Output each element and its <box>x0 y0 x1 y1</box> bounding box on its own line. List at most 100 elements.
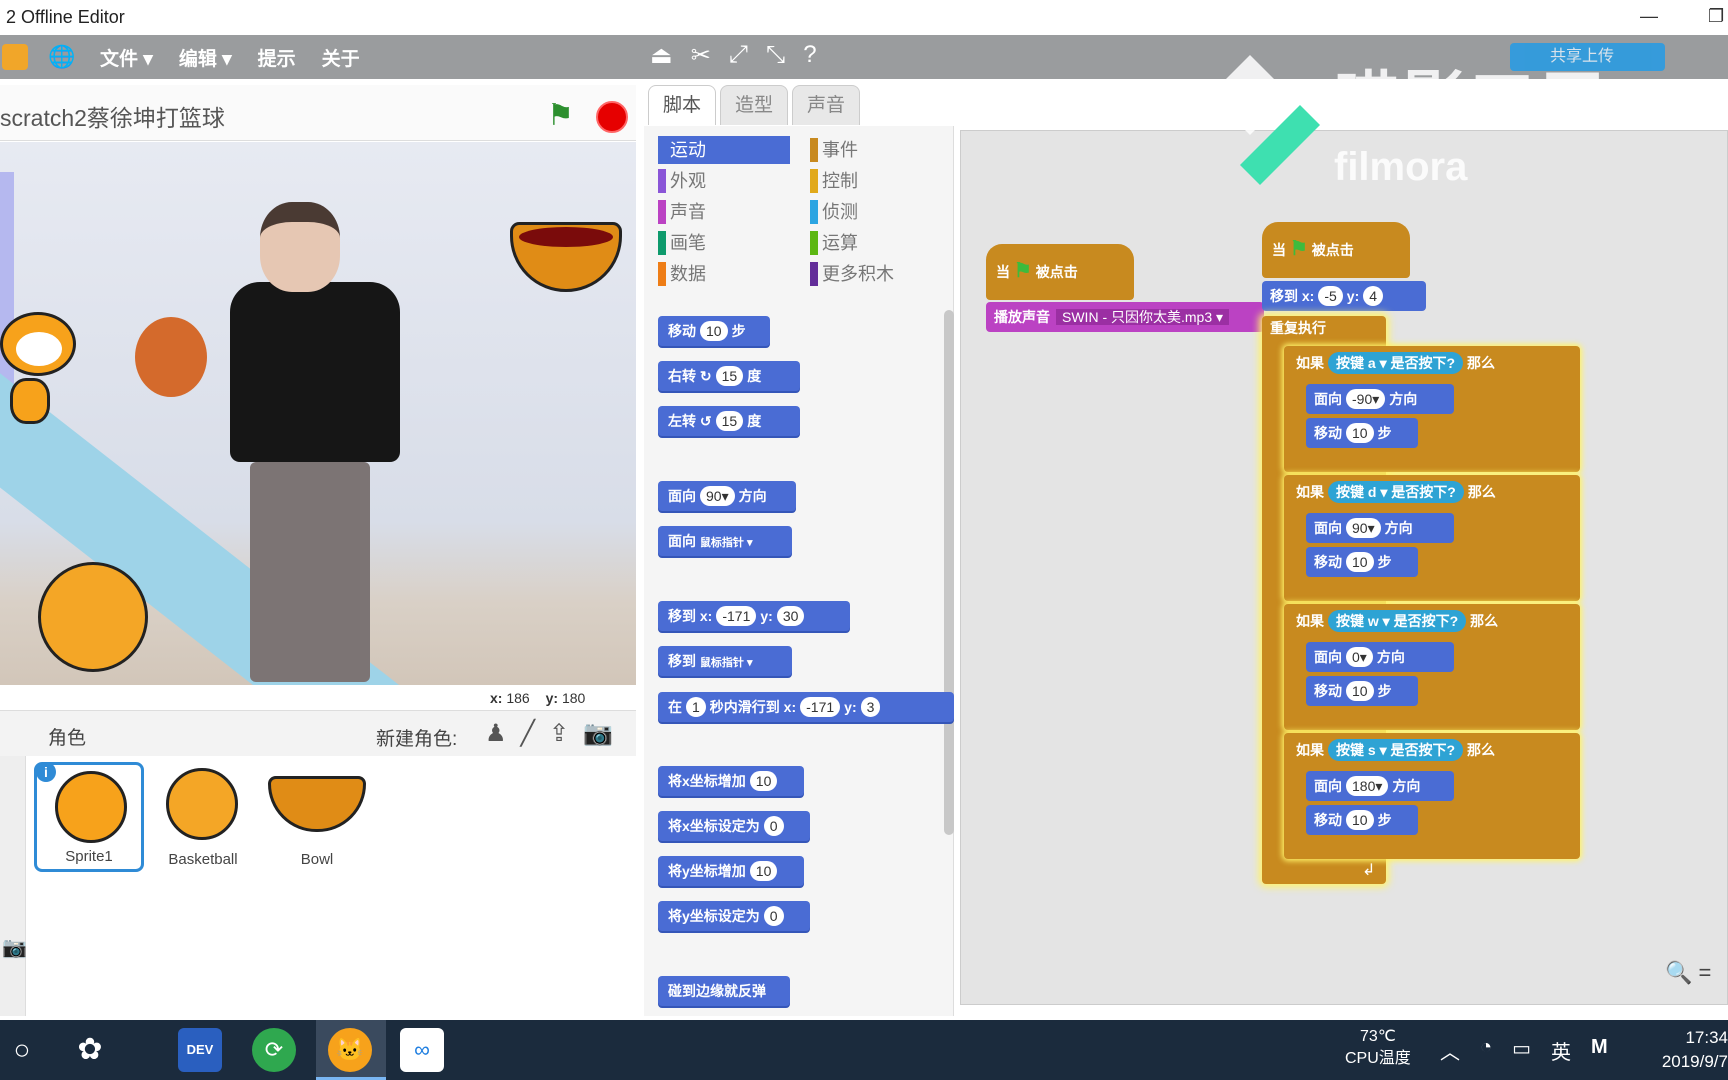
basketball-sprite[interactable] <box>38 562 148 672</box>
scratch-logo-icon <box>2 44 28 70</box>
if-3-move-steps[interactable]: 移动 10 步 <box>1306 676 1418 706</box>
stop-button[interactable] <box>596 101 628 133</box>
sprites-header: 角色 新建角色: ♟ ╱ ⇪ 📷 <box>0 710 636 756</box>
bowl-sprite[interactable] <box>510 222 622 292</box>
project-title: scratch2蔡徐坤打篮球 <box>0 105 225 131</box>
block-change-y[interactable]: 将y坐标增加 10 <box>658 856 804 886</box>
menu-about[interactable]: 关于 <box>322 44 360 71</box>
choose-sprite-icon[interactable]: ♟ <box>485 719 507 748</box>
sprites-label: 角色 <box>48 728 87 749</box>
tool-icons: ⏏ ✂ ⤢ ⤡ ? <box>650 41 817 70</box>
cpu-temp: 73℃ CPU温度 <box>1345 1028 1411 1067</box>
category-9[interactable]: 更多积木 <box>810 260 942 288</box>
search-circle-icon[interactable]: ○ <box>0 1028 44 1072</box>
basketball-thumbnail <box>166 768 238 840</box>
if-1-point-direction[interactable]: 面向 -90▾ 方向 <box>1306 384 1454 414</box>
if-4-point-direction[interactable]: 面向 180▾ 方向 <box>1306 771 1454 801</box>
paint-sprite-icon[interactable]: ╱ <box>521 719 535 748</box>
category-5[interactable]: 事件 <box>810 136 942 164</box>
mouse-coords: x: 186 y: 180 <box>490 690 586 706</box>
category-1[interactable]: 外观 <box>658 167 790 195</box>
block-turn-left[interactable]: 左转 ↺ 15 度 <box>658 406 800 436</box>
if-4-move-steps[interactable]: 移动 10 步 <box>1306 805 1418 835</box>
clock[interactable]: 17:34 2019/9/7 <box>1645 1026 1728 1074</box>
upload-sprite-icon[interactable]: ⇪ <box>549 719 569 748</box>
if-2-move-steps[interactable]: 移动 10 步 <box>1306 547 1418 577</box>
if-header-4[interactable]: 如果 按键 s ▾ 是否按下? 那么 <box>1288 735 1576 765</box>
delete-scissors-icon[interactable]: ✂ <box>691 41 711 70</box>
sprite-card-bowl[interactable]: Bowl <box>262 762 372 872</box>
shrink-icon[interactable]: ⤡ <box>766 41 785 70</box>
category-2[interactable]: 声音 <box>658 198 790 226</box>
block-bounce[interactable]: 碰到边缘就反弹 <box>658 976 790 1006</box>
browser-icon[interactable]: ⟳ <box>252 1028 296 1072</box>
camera-sprite-icon[interactable]: 📷 <box>583 719 613 748</box>
system-tray: ︿ ◔ ▭ 英 M <box>1440 1036 1608 1065</box>
block-set-y[interactable]: 将y坐标设定为 0 <box>658 901 810 931</box>
if-2-point-direction[interactable]: 面向 90▾ 方向 <box>1306 513 1454 543</box>
filmora-app-icon[interactable]: ∞ <box>400 1028 444 1072</box>
sprite1-thumbnail <box>55 771 127 843</box>
menu-tips[interactable]: 提示 <box>258 44 296 71</box>
if-header-3[interactable]: 如果 按键 w ▾ 是否按下? 那么 <box>1288 606 1576 636</box>
tab-scripts[interactable]: 脚本 <box>648 85 716 125</box>
info-icon[interactable]: i <box>36 762 56 782</box>
language-globe-icon[interactable]: 🌐 <box>48 44 75 70</box>
if-3-point-direction[interactable]: 面向 0▾ 方向 <box>1306 642 1454 672</box>
script1-play-sound-block[interactable]: 播放声音 SWIN - 只因你太美.mp3 ▾ <box>986 302 1264 332</box>
restore-button[interactable]: ❐ <box>1708 6 1724 27</box>
category-3[interactable]: 画笔 <box>658 229 790 257</box>
block-goto[interactable]: 移到 鼠标指针 ▾ <box>658 646 792 676</box>
zoom-out-icon[interactable]: 🔍 = <box>1665 960 1711 986</box>
app-swirl-icon[interactable]: ✿ <box>68 1028 112 1072</box>
battery-icon[interactable]: ▭ <box>1512 1036 1531 1065</box>
tray-m-icon[interactable]: M <box>1591 1036 1608 1065</box>
block-point-direction[interactable]: 面向 90▾ 方向 <box>658 481 796 511</box>
minimize-button[interactable]: — <box>1640 6 1658 27</box>
stage-canvas[interactable] <box>0 142 636 685</box>
grow-icon[interactable]: ⤢ <box>729 41 748 70</box>
loop-arrow-icon: ↲ <box>1362 862 1376 879</box>
if-1-move-steps[interactable]: 移动 10 步 <box>1306 418 1418 448</box>
category-6[interactable]: 控制 <box>810 167 942 195</box>
cat-sprite[interactable] <box>0 292 86 428</box>
held-basketball <box>135 317 207 397</box>
block-goto-xy[interactable]: 移到 x: -171 y: 30 <box>658 601 850 631</box>
block-set-x[interactable]: 将x坐标设定为 0 <box>658 811 810 841</box>
taskbar: ○ ✿ DEV ⟳ 🐱 ∞ 73℃ CPU温度 ︿ ◔ ▭ 英 M 17:34 … <box>0 1020 1728 1080</box>
help-icon[interactable]: ? <box>803 41 816 70</box>
category-7[interactable]: 侦测 <box>810 198 942 226</box>
category-0[interactable]: 运动 <box>658 136 790 164</box>
block-point-towards[interactable]: 面向 鼠标指针 ▾ <box>658 526 792 556</box>
sprite-card-basketball[interactable]: Basketball <box>148 762 258 872</box>
tray-chevron-up-icon[interactable]: ︿ <box>1440 1036 1460 1065</box>
title-bar: 2 Offline Editor — ❐ <box>0 0 1728 35</box>
block-glide[interactable]: 在 1 秒内滑行到 x: -171 y: 3 <box>658 692 954 722</box>
tab-costumes[interactable]: 造型 <box>720 85 788 125</box>
palette-scrollbar[interactable] <box>944 310 954 835</box>
script2-goto-xy-block[interactable]: 移到 x: -5 y: 4 <box>1262 281 1426 311</box>
stage-thumbnail-strip[interactable] <box>0 756 26 1016</box>
block-turn-right[interactable]: 右转 ↻ 15 度 <box>658 361 800 391</box>
script1-flag-hat-block[interactable]: 当 ⚑ 被点击 <box>986 244 1134 300</box>
tab-sounds[interactable]: 声音 <box>792 85 860 125</box>
ime-indicator[interactable]: 英 <box>1551 1036 1571 1065</box>
script2-flag-hat-block[interactable]: 当 ⚑ 被点击 <box>1262 222 1410 278</box>
editor-tabs: 脚本 造型 声音 <box>648 85 860 125</box>
bowl-thumbnail <box>268 776 366 832</box>
dev-cpp-icon[interactable]: DEV <box>178 1028 222 1072</box>
green-flag-button[interactable]: ⚑ <box>547 98 574 133</box>
block-move-steps[interactable]: 移动 10 步 <box>658 316 770 346</box>
duplicate-stamp-icon[interactable]: ⏏ <box>650 41 673 70</box>
scratch-cat-icon[interactable]: 🐱 <box>328 1028 372 1072</box>
dancer-backdrop <box>230 202 400 682</box>
menu-edit[interactable]: 编辑 ▾ <box>179 44 232 71</box>
if-header-2[interactable]: 如果 按键 d ▾ 是否按下? 那么 <box>1288 477 1576 507</box>
category-4[interactable]: 数据 <box>658 260 790 288</box>
if-header-1[interactable]: 如果 按键 a ▾ 是否按下? 那么 <box>1288 348 1576 378</box>
block-change-x[interactable]: 将x坐标增加 10 <box>658 766 804 796</box>
wifi-icon[interactable]: ◔ <box>1480 1036 1492 1065</box>
menu-file[interactable]: 文件 ▾ <box>100 44 153 71</box>
category-8[interactable]: 运算 <box>810 229 942 257</box>
camera-icon[interactable]: 📷 <box>2 935 27 960</box>
